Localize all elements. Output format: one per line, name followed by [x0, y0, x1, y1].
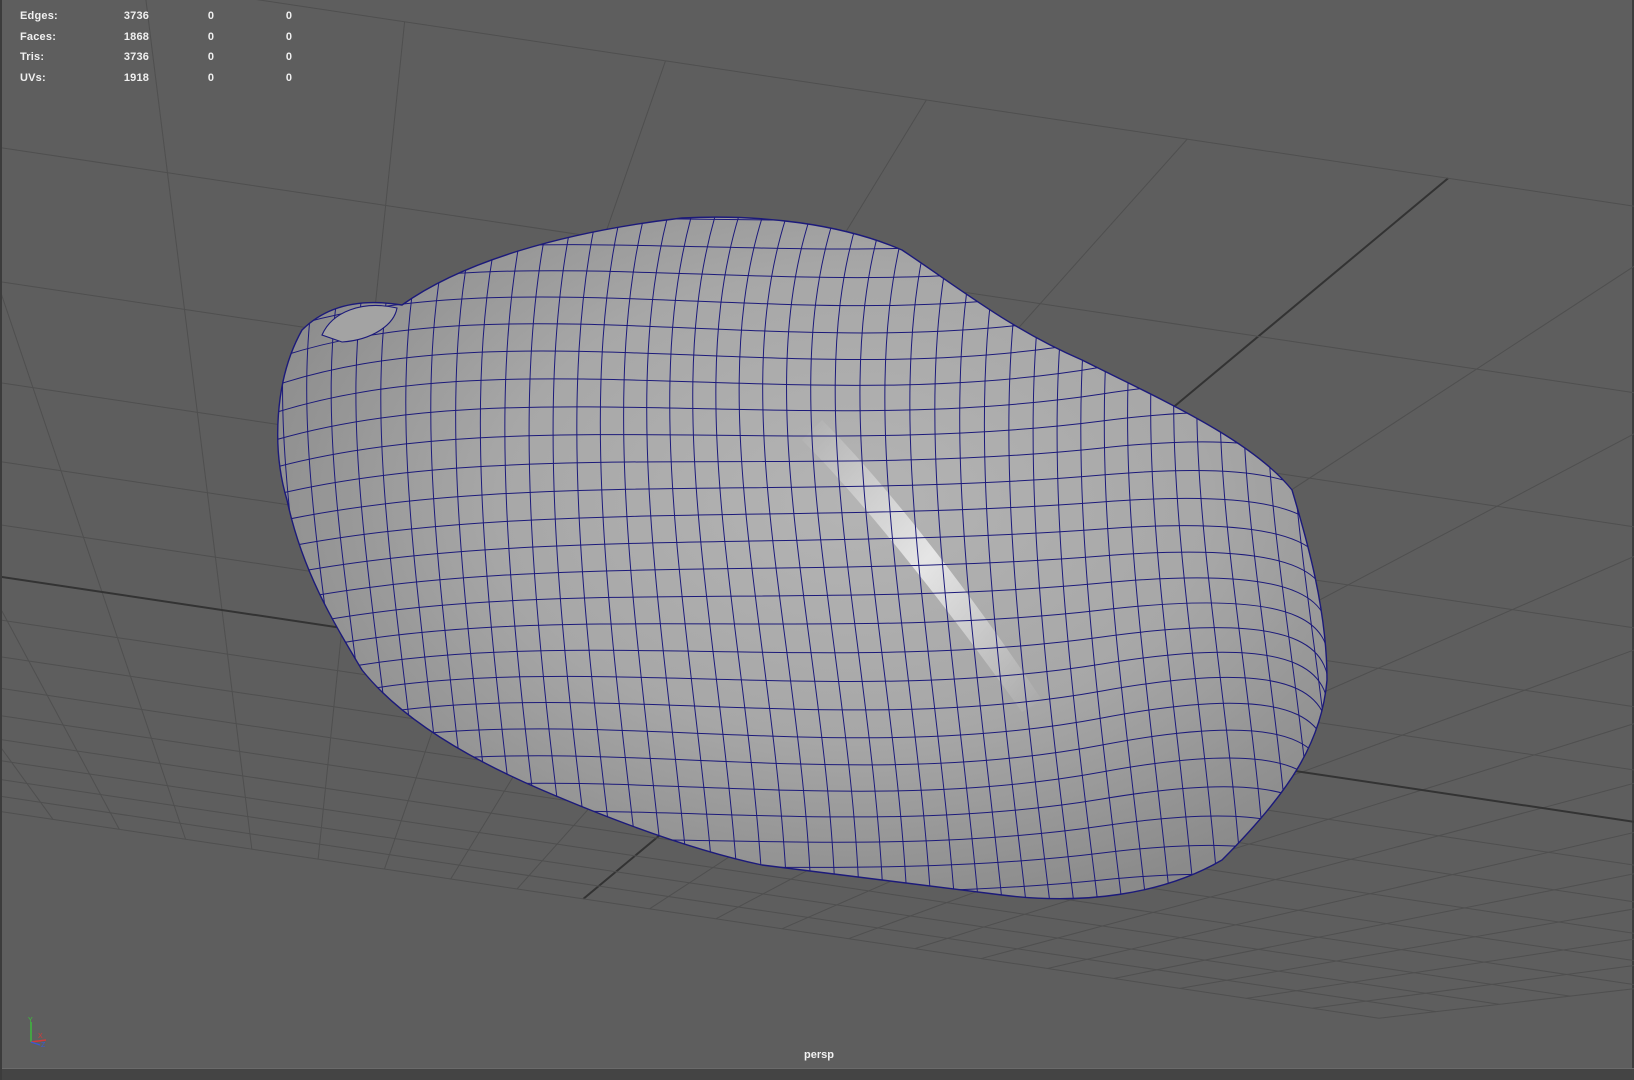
scene-canvas[interactable]	[2, 0, 1634, 1080]
svg-text:Z: Z	[41, 1042, 46, 1048]
grid-line	[2, 748, 54, 820]
hud-label: Tris:	[20, 51, 45, 64]
grid-line	[145, 0, 253, 850]
svg-text:Y: Y	[28, 1017, 33, 1024]
grid-line	[1312, 965, 1634, 1009]
sculpt-mesh[interactable]	[262, 196, 1364, 960]
hud-label: UVs:	[20, 71, 46, 84]
hud-value: 3736	[123, 10, 150, 22]
hud-label: Faces:	[20, 30, 57, 43]
xyz-axis-icon: Y X Z	[28, 1017, 47, 1048]
hud-selected-value: 0	[207, 51, 215, 64]
wire-edge-loop	[277, 873, 1327, 899]
hud-selected-value: 0	[207, 30, 215, 43]
hud-selected-value: 0	[207, 71, 215, 84]
camera-name-label: persp	[804, 1049, 834, 1061]
hud-value: 3736	[123, 51, 150, 64]
hud-selected-value: 0	[207, 10, 215, 22]
hud-extra-value: 0	[285, 30, 293, 43]
grid-line	[2, 294, 187, 840]
hud-label: Edges:	[20, 10, 58, 22]
hud-extra-value: 0	[285, 10, 293, 22]
wire-edge-ring	[1314, 217, 1327, 899]
hud-extra-value: 0	[285, 51, 293, 64]
grid-line	[2, 610, 120, 830]
perspective-viewport[interactable]: Edges: 3736 0 0 Faces: 1868 0 0 Tris: 3736 0 0 UVs: 1…	[0, 0, 1634, 1080]
hud-value: 1918	[123, 71, 150, 84]
viewport-bottom-border	[2, 1068, 1634, 1080]
hud-value: 1868	[123, 30, 150, 43]
svg-text:X: X	[38, 1033, 43, 1040]
hud-extra-value: 0	[285, 71, 293, 84]
